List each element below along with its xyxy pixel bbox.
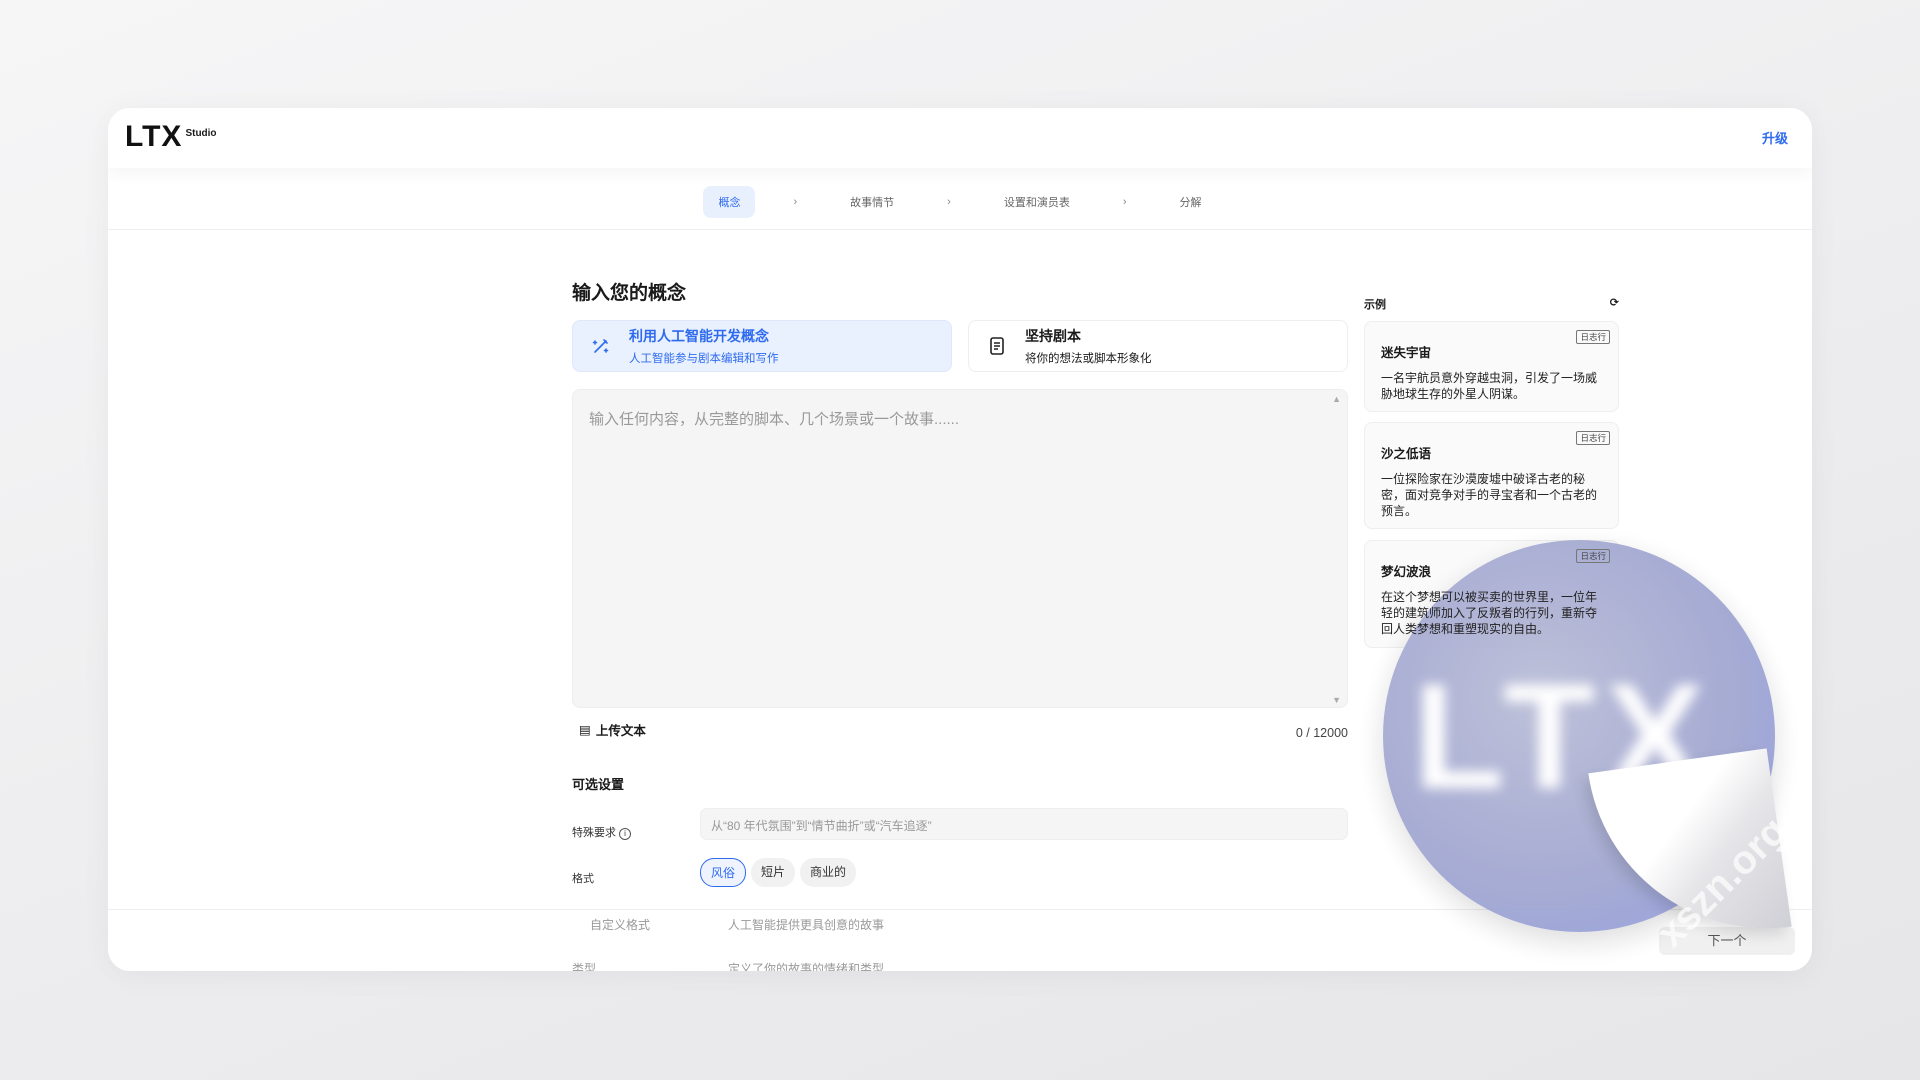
logo-sub: Studio [185, 128, 217, 139]
document-icon [990, 337, 1004, 355]
example-desc: 一位探险家在沙漠废墟中破译古老的秘密，面对竞争对手的寻宝者和一个古老的预言。 [1381, 472, 1598, 518]
format-label: 格式 [572, 873, 594, 885]
genre-label: 类型 [572, 962, 597, 971]
stepper: 概念 › 故事情节 › 设置和演员表 › 分解 [108, 186, 1812, 218]
chevron-right-icon: › [793, 196, 798, 208]
label-text: 特殊要求 [572, 827, 616, 839]
step-settings-cast[interactable]: 设置和演员表 [989, 186, 1085, 218]
option-subtitle: 人工智能参与剧本编辑和写作 [629, 353, 779, 365]
option-title: 利用人工智能开发概念 [629, 328, 769, 344]
file-icon: ▤ [579, 723, 591, 737]
examples-header: 示例 ⟳ [1364, 296, 1619, 312]
concept-textarea[interactable]: 输入任何内容，从完整的脚本、几个场景或一个故事...... ▲ ▼ [572, 389, 1348, 708]
step-breakdown[interactable]: 分解 [1165, 186, 1217, 218]
example-name: 梦幻波浪 [1381, 565, 1432, 579]
special-req-label: 特殊要求 i [572, 824, 632, 840]
upload-label: 上传文本 [595, 724, 646, 738]
examples-title: 示例 [1364, 299, 1386, 311]
chip-short[interactable]: 短片 [751, 858, 796, 887]
option-title: 坚持剧本 [1025, 328, 1081, 344]
upgrade-link[interactable]: 升级 [1762, 128, 1788, 147]
scroll-down-icon[interactable]: ▼ [1332, 695, 1341, 705]
chevron-right-icon: › [1122, 196, 1127, 208]
example-desc: 在这个梦想可以被买卖的世界里，一位年轻的建筑师加入了反叛者的行列，重新夺回人类梦… [1381, 590, 1598, 636]
divider [108, 229, 1812, 230]
special-req-input[interactable]: 从“80 年代氛围”到“情节曲折”或“汽车追逐” [700, 808, 1348, 840]
logo-text: LTX [125, 120, 183, 153]
example-desc: 一名宇航员意外穿越虫洞，引发了一场威胁地球生存的外星人阴谋。 [1381, 371, 1598, 401]
option-subtitle: 将你的想法或脚本形象化 [1025, 353, 1152, 365]
example-name: 迷失宇宙 [1381, 346, 1432, 360]
tag: 日志行 [1576, 330, 1610, 344]
scroll-up-icon[interactable]: ▲ [1332, 394, 1341, 404]
input-placeholder: 从“80 年代氛围”到“情节曲折”或“汽车追逐” [711, 819, 932, 833]
page-title: 输入您的概念 [572, 283, 687, 304]
header: LTX Studio 升级 [108, 108, 1812, 168]
chip-commercial[interactable]: 商业的 [800, 858, 857, 887]
example-name: 沙之低语 [1381, 447, 1432, 461]
custom-format-label: 自定义格式 [590, 918, 651, 932]
textarea-placeholder: 输入任何内容，从完整的脚本、几个场景或一个故事...... [589, 411, 960, 428]
char-count: 0 / 12000 [1295, 726, 1348, 740]
example-card[interactable]: 日志行 梦幻波浪 在这个梦想可以被买卖的世界里，一位年轻的建筑师加入了反叛者的行列，… [1364, 540, 1619, 648]
example-card[interactable]: 日志行迷失宇宙一名宇航员意外穿越虫洞，引发了一场威胁地球生存的外星人阴谋。 [1364, 321, 1619, 412]
option-ai-develop[interactable]: 利用人工智能开发概念人工智能参与剧本编辑和写作 [572, 320, 952, 372]
step-concept[interactable]: 概念 [703, 186, 756, 218]
chevron-right-icon: › [947, 196, 951, 208]
chip-custom[interactable]: 风俗 [700, 858, 747, 887]
genre-input[interactable]: 定义了你的故事的情绪和类型 [728, 960, 884, 971]
format-chips: 风俗 短片 商业的 [700, 858, 857, 887]
magic-wand-icon [592, 339, 609, 353]
tag: 日志行 [1576, 431, 1610, 445]
refresh-icon[interactable]: ⟳ [1610, 296, 1619, 312]
custom-format-input[interactable]: 人工智能提供更具创意的故事 [728, 916, 884, 933]
logo[interactable]: LTX Studio [125, 122, 217, 152]
option-stick-to-script[interactable]: 坚持剧本将你的想法或脚本形象化 [968, 320, 1348, 372]
info-icon[interactable]: i [619, 828, 632, 840]
optional-settings-heading: 可选设置 [572, 777, 625, 792]
example-card[interactable]: 日志行沙之低语一位探险家在沙漠废墟中破译古老的秘密，面对竞争对手的寻宝者和一个古… [1364, 422, 1619, 529]
upload-text-button[interactable]: ▤ 上传文本 [579, 720, 646, 739]
step-storyline[interactable]: 故事情节 [835, 186, 909, 218]
